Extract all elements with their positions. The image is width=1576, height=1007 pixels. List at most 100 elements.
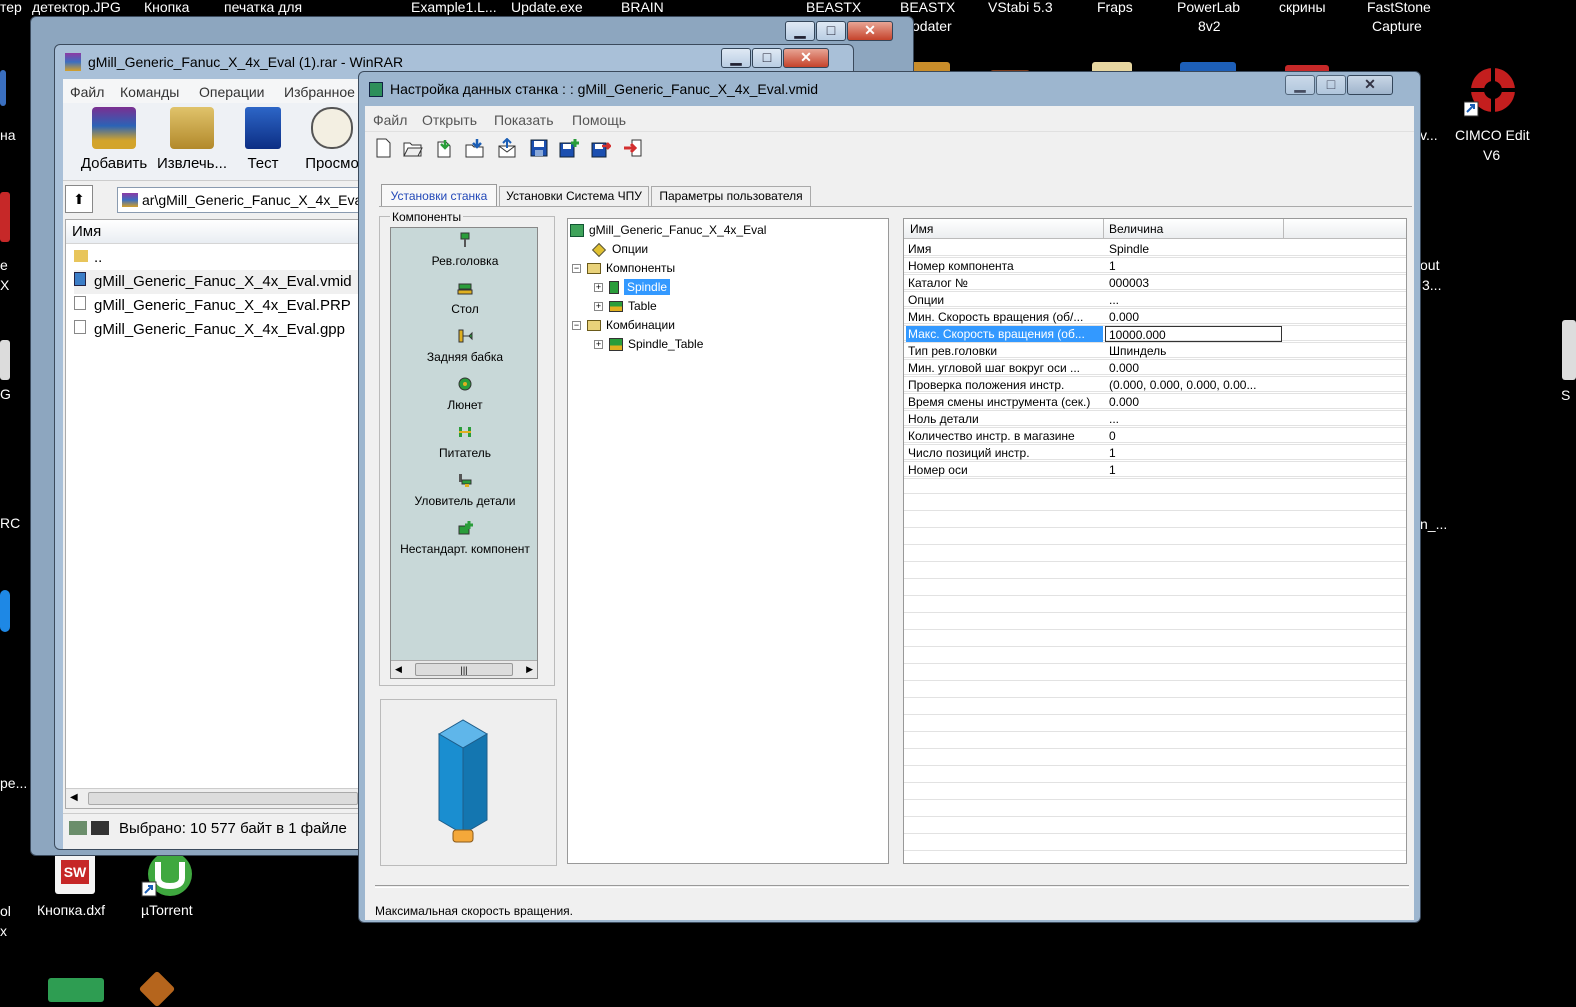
max-speed-input[interactable]: 10000.000 xyxy=(1105,326,1282,342)
menu-show[interactable]: Показать xyxy=(494,109,554,131)
component-custom[interactable]: Нестандарт. компонент xyxy=(391,520,537,556)
column-header-value[interactable]: Величина xyxy=(1104,219,1284,239)
grid-row[interactable]: Имя Spindle xyxy=(904,241,1406,258)
test-button[interactable]: Тест xyxy=(235,107,291,177)
grid-row[interactable]: Ноль детали... xyxy=(904,411,1406,428)
scroll-right-icon[interactable]: ▶ xyxy=(526,664,533,675)
component-tailstock[interactable]: Задняя бабка xyxy=(391,328,537,364)
solidworks-icon[interactable]: SW xyxy=(55,852,95,894)
grid-row[interactable]: Количество инстр. в магазине 0 xyxy=(904,428,1406,445)
save-as-icon[interactable] xyxy=(559,138,579,158)
grid-row[interactable]: Число позиций инстр. 1 xyxy=(904,445,1406,462)
minimize-button[interactable]: ▁ xyxy=(785,21,815,41)
tree-item-components[interactable]: − Компоненты xyxy=(572,259,675,278)
expand-icon[interactable]: + xyxy=(594,283,603,293)
desktop-label[interactable]: BEASTX xyxy=(900,0,955,17)
path-field[interactable]: ar\gMill_Generic_Fanuc_X_4x_Eval xyxy=(117,187,377,213)
desktop-app-icon[interactable] xyxy=(0,192,10,242)
desktop-label[interactable]: FastStone xyxy=(1367,0,1431,17)
desktop-label[interactable]: Update.exe xyxy=(511,0,583,17)
machine-setup-window[interactable]: Настройка данных станка : : gMill_Generi… xyxy=(358,71,1421,923)
open-folder-icon[interactable] xyxy=(403,138,423,158)
save-icon[interactable] xyxy=(529,138,549,158)
grid-row[interactable]: Мин. угловой шаг вокруг оси ... 0.000 xyxy=(904,360,1406,377)
desktop-label[interactable]: Кнопка.dxf xyxy=(37,901,105,920)
save-export-icon[interactable] xyxy=(591,138,611,158)
property-grid[interactable]: Имя Величина Имя Spindle Номер компонента… xyxy=(903,218,1407,864)
dialog-titlebar[interactable]: Настройка данных станка : : gMill_Generi… xyxy=(359,72,1420,104)
grid-row-selected[interactable]: Макс. Скорость вращения (об... 10000.000 xyxy=(904,326,1406,343)
maximize-button[interactable]: □ xyxy=(816,21,846,41)
desktop-label[interactable]: VStabi 5.3 xyxy=(988,0,1053,17)
utorrent-icon[interactable] xyxy=(140,850,200,898)
grid-row[interactable]: Проверка положения инстр. (0.000, 0.000, … xyxy=(904,377,1406,394)
desktop-label[interactable]: детектор.JPG xyxy=(32,0,121,17)
desktop-label[interactable]: BRAIN xyxy=(621,0,664,17)
list-item[interactable]: gMill_Generic_Fanuc_X_4x_Eval.PRP xyxy=(74,294,351,318)
collapse-icon[interactable]: − xyxy=(572,321,581,331)
minimize-button[interactable]: ▁ xyxy=(721,48,751,68)
horizontal-scrollbar[interactable]: ◀ xyxy=(66,788,364,808)
add-button[interactable]: Добавить xyxy=(73,107,155,177)
scroll-left-icon[interactable]: ◀ xyxy=(395,664,402,675)
minimize-button[interactable]: ▁ xyxy=(1285,75,1315,95)
grid-row[interactable]: Время смены инструмента (сек.) 0.000 xyxy=(904,394,1406,411)
tree-item-spindle[interactable]: + Spindle xyxy=(594,278,671,297)
tree-item-options[interactable]: Опции xyxy=(591,240,648,259)
desktop-app-icon[interactable] xyxy=(1562,320,1576,380)
component-steady-rest[interactable]: Люнет xyxy=(391,376,537,412)
menu-operations[interactable]: Операции xyxy=(199,81,265,103)
exit-icon[interactable] xyxy=(623,138,643,158)
grid-row[interactable]: Тип рев.головки Шпиндель xyxy=(904,343,1406,360)
components-palette[interactable]: Рев.головка Стол Задняя бабка Люнет Пита… xyxy=(390,227,538,679)
desktop-label[interactable]: CIMCO Edit xyxy=(1455,126,1530,145)
tab-user-params[interactable]: Параметры пользователя xyxy=(651,186,811,206)
palette-scrollbar[interactable]: ◀ ||| ▶ xyxy=(391,660,537,678)
grid-row[interactable]: Номер оси 1 xyxy=(904,462,1406,479)
tree-item-combinations[interactable]: − Комбинации xyxy=(572,316,675,335)
expand-icon[interactable]: + xyxy=(594,340,603,350)
menu-open[interactable]: Открыть xyxy=(422,109,477,131)
desktop-label[interactable]: µTorrent xyxy=(141,901,193,920)
export-icon[interactable] xyxy=(497,138,517,158)
new-file-icon[interactable] xyxy=(373,138,393,158)
component-part-catcher[interactable]: Уловитель детали xyxy=(391,472,537,508)
tab-cnc-setup[interactable]: Установки Система ЧПУ xyxy=(499,186,649,206)
maximize-button[interactable]: □ xyxy=(752,48,782,68)
tree-item-table[interactable]: + Table xyxy=(594,297,657,316)
scroll-thumb[interactable] xyxy=(88,792,358,805)
component-turret[interactable]: Рев.головка xyxy=(391,232,537,268)
desktop-app-icon[interactable] xyxy=(0,340,10,380)
cimco-edit-icon[interactable] xyxy=(1464,64,1522,120)
desktop-label[interactable]: тер xyxy=(0,0,22,17)
component-feeder[interactable]: Питатель xyxy=(391,424,537,460)
scroll-left-icon[interactable]: ◀ xyxy=(70,792,78,803)
view-button[interactable]: Просмо xyxy=(297,107,367,177)
close-button[interactable]: ✕ xyxy=(783,48,829,68)
desktop-label[interactable]: Кнопка xyxy=(144,0,189,17)
list-item[interactable]: gMill_Generic_Fanuc_X_4x_Eval.vmid xyxy=(74,270,360,294)
close-button[interactable]: ✕ xyxy=(1347,75,1393,95)
desktop-label[interactable]: печатка для xyxy=(224,0,302,17)
menu-file[interactable]: Файл xyxy=(373,109,407,131)
grid-row[interactable]: Мин. Скорость вращения (об/... 0.000 xyxy=(904,309,1406,326)
list-item[interactable]: .. xyxy=(74,246,102,270)
tree-item-spindle-table[interactable]: + Spindle_Table xyxy=(594,335,703,354)
expand-icon[interactable]: + xyxy=(594,302,603,312)
desktop-label[interactable]: Fraps xyxy=(1097,0,1133,17)
tree-item-root[interactable]: gMill_Generic_Fanuc_X_4x_Eval xyxy=(570,221,766,240)
desktop-label[interactable]: BEASTX xyxy=(806,0,861,17)
desktop-label[interactable]: Example1.L... xyxy=(411,0,497,17)
scroll-thumb[interactable]: ||| xyxy=(415,663,513,676)
grid-row[interactable]: Опции... xyxy=(904,292,1406,309)
grid-row[interactable]: Номер компонента 1 xyxy=(904,258,1406,275)
desktop-app-icon[interactable] xyxy=(48,978,104,1002)
desktop-app-icon[interactable] xyxy=(0,70,6,106)
menu-file[interactable]: Файл xyxy=(70,81,104,103)
list-item[interactable]: gMill_Generic_Fanuc_X_4x_Eval.gpp xyxy=(74,318,345,342)
maximize-button[interactable]: □ xyxy=(1316,75,1346,95)
component-table[interactable]: Стол xyxy=(391,280,537,316)
file-list[interactable]: Имя .. gMill_Generic_Fanuc_X_4x_Eval.vmi… xyxy=(65,219,365,809)
open-import-icon[interactable] xyxy=(465,138,485,158)
desktop-label[interactable]: PowerLab xyxy=(1177,0,1240,17)
